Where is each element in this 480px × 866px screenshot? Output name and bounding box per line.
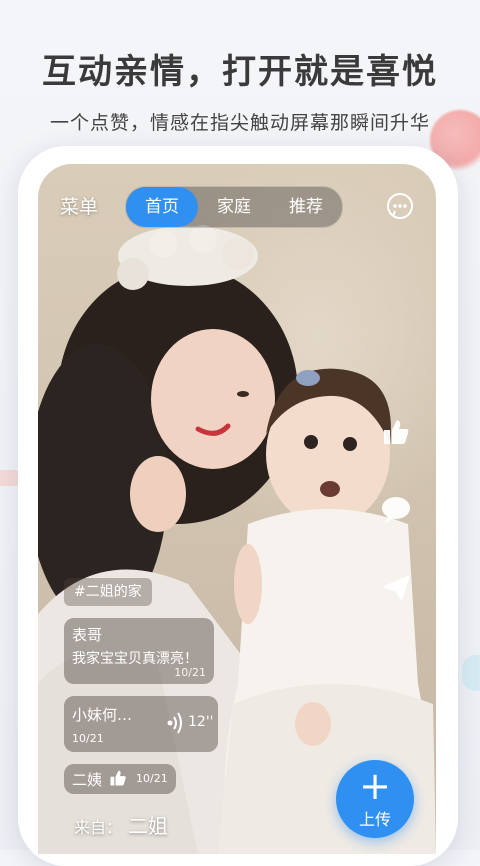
tab-switcher: 首页 家庭 推荐 <box>125 186 343 228</box>
app-screen: 菜单 首页 家庭 推荐 #二姐的家 表哥 我家宝宝贝真漂亮！ 10/21 小妹何… <box>38 164 436 854</box>
from-name[interactable]: 二姐 <box>128 814 168 838</box>
voice-comment-card[interactable]: 小妹何… 10/21 12'' <box>64 696 218 752</box>
tab-recommend[interactable]: 推荐 <box>270 187 342 227</box>
comment-author: 表哥 <box>72 626 103 644</box>
like-card: 二姨 10/21 <box>64 764 176 794</box>
comment-card: 表哥 我家宝宝贝真漂亮！ 10/21 <box>64 618 214 684</box>
voice-wave-icon[interactable] <box>166 710 186 736</box>
share-icon[interactable] <box>380 572 412 604</box>
comment-date: 10/21 <box>174 666 206 679</box>
tab-home[interactable]: 首页 <box>126 187 198 227</box>
comment-icon[interactable] <box>380 494 412 526</box>
subline: 一个点赞，情感在指尖触动屏幕那瞬间升华 <box>49 112 430 134</box>
upload-label: 上传 <box>358 810 391 829</box>
decor-shape-right <box>462 655 480 691</box>
voice-duration: 12'' <box>188 714 214 730</box>
menu-button[interactable]: 菜单 <box>60 192 98 219</box>
thumbs-up-icon <box>110 770 126 786</box>
comment-author: 小妹何… <box>72 706 133 724</box>
comment-text: 我家宝宝贝真漂亮！ <box>72 651 198 667</box>
chat-bubble-icon[interactable] <box>386 192 414 220</box>
headline: 互动亲情，打开就是喜悦 <box>42 52 438 92</box>
comment-author: 二姨 <box>72 771 103 789</box>
family-tag[interactable]: #二姐的家 <box>64 578 152 606</box>
comment-date: 10/21 <box>136 772 168 785</box>
comment-date: 10/21 <box>72 732 104 745</box>
plus-icon: + <box>359 764 391 808</box>
top-bar: 菜单 首页 家庭 推荐 <box>38 186 436 230</box>
side-actions <box>380 416 414 650</box>
thumbs-up-icon[interactable] <box>380 416 412 448</box>
from-label: 来自： <box>74 818 123 837</box>
post-source: 来自： 二姐 <box>74 810 168 839</box>
upload-button[interactable]: + 上传 <box>336 760 414 838</box>
tab-family[interactable]: 家庭 <box>198 187 270 227</box>
